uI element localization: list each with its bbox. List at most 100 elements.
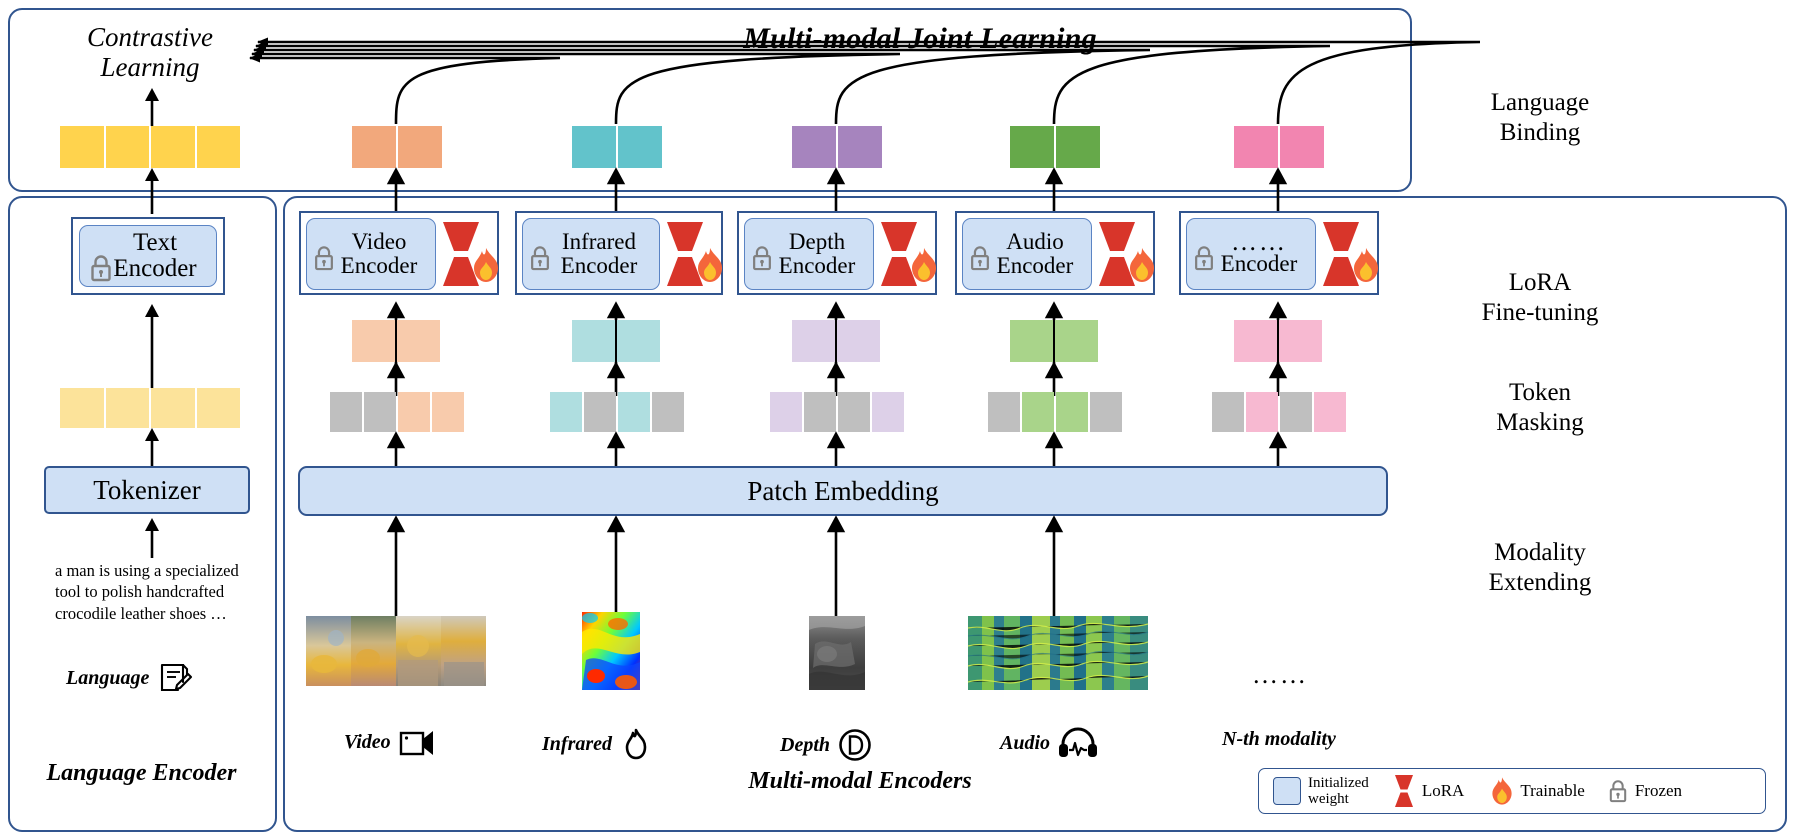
lock-icon <box>750 245 774 271</box>
token-cell <box>196 388 240 428</box>
token-cell <box>60 126 104 168</box>
legend-item-frozen: Frozen <box>1607 778 1682 804</box>
modality-label-infrared: Infrared <box>542 728 652 760</box>
side-label-line-2: Extending <box>1488 568 1592 596</box>
token-cell <box>1234 126 1278 168</box>
token-cell <box>1010 320 1053 362</box>
depth-encoder-outer-box: Depth Encoder <box>737 211 937 295</box>
encoder-line-1: Audio <box>1006 228 1064 254</box>
legend-label: Trainable <box>1520 780 1585 800</box>
letter-d-circle-icon <box>838 728 872 762</box>
encoder-line-1: Depth <box>788 228 846 254</box>
text-embedding-to-contrastive-arrow <box>145 88 159 126</box>
token-cell <box>872 392 904 432</box>
initialized-weight-swatch <box>1273 777 1301 805</box>
headphones-waveform-icon <box>1058 727 1098 758</box>
token-cell <box>151 388 195 428</box>
side-label-line-1: Language <box>1490 89 1590 116</box>
token-cell <box>1056 392 1088 432</box>
audio-encoder-box[interactable]: Audio Encoder <box>962 218 1092 290</box>
patch-embedding-bar[interactable]: Patch Embedding <box>298 466 1388 516</box>
encoder-line-1: Text <box>132 228 178 256</box>
token-cell <box>1010 126 1054 168</box>
modality-label-text: Depth <box>780 733 830 756</box>
modality-label-nth-text: N-th modality <box>1222 728 1336 750</box>
lock-icon <box>528 245 552 271</box>
depth-encoder-box[interactable]: Depth Encoder <box>744 218 874 290</box>
encoder-line-1: Video <box>351 228 407 254</box>
page-title: Multi-modal Joint Learning <box>743 22 1097 55</box>
modality-label-text: Video <box>344 730 391 753</box>
token-cell <box>1246 392 1278 432</box>
masked-cell <box>330 392 362 432</box>
embedding-strip-nth <box>1234 320 1322 362</box>
tokenizer-output-arrow <box>145 428 159 470</box>
token-cell <box>196 126 240 168</box>
lock-icon <box>312 245 336 271</box>
text-encoder-output-arrow <box>145 168 159 214</box>
masked-cell <box>988 392 1020 432</box>
side-label-line-2: Fine-tuning <box>1481 298 1599 326</box>
token-cell <box>1055 320 1098 362</box>
encoder-line-1: …… <box>1230 226 1287 256</box>
legend-label: Frozen <box>1634 780 1683 800</box>
embedding-strip-infrared <box>572 320 660 362</box>
token-cell <box>432 392 464 432</box>
flame-icon <box>471 247 501 283</box>
embedding-strip-audio <box>1010 320 1098 362</box>
language-binding-strip-depth <box>792 126 882 168</box>
token-cell <box>550 392 582 432</box>
tokenizer-box[interactable]: Tokenizer <box>44 466 250 514</box>
multimodal-encoders-section-label: Multi-modal Encoders <box>748 768 972 794</box>
text-encoder-box[interactable]: Text Encoder <box>79 225 217 287</box>
audio-encoder-outer-box: Audio Encoder <box>955 211 1155 295</box>
token-cell <box>572 126 616 168</box>
side-label-token-masking: Token Masking <box>1420 378 1660 437</box>
legend-item-lora: LoRA <box>1393 774 1464 808</box>
encoder-line-2: Encoder <box>1220 251 1298 277</box>
flame-icon <box>1490 776 1514 806</box>
side-label-line-2: Masking <box>1496 408 1584 436</box>
modality-label-video: Video <box>344 728 435 756</box>
token-cell <box>1314 392 1346 432</box>
infrared-encoder-outer-box: Infrared Encoder <box>515 211 723 295</box>
language-encoder-section-label: Language Encoder <box>46 760 237 786</box>
embedding-strip-video <box>352 320 440 362</box>
nth-modality-ellipsis: …… <box>1252 660 1308 689</box>
masking-strip-audio <box>988 392 1122 432</box>
video-encoder-label: Video Encoder <box>325 228 418 278</box>
flame-icon <box>1127 247 1157 283</box>
token-cell <box>792 320 835 362</box>
token-cell <box>1280 126 1324 168</box>
token-cell <box>618 126 662 168</box>
encoder-line-2: Encoder <box>340 253 418 278</box>
token-cell <box>838 126 882 168</box>
side-label-line-1: Modality <box>1494 539 1586 566</box>
depth-map-thumbnail <box>809 616 865 690</box>
token-cell <box>105 388 149 428</box>
contrastive-line-1: Contrastive <box>87 22 213 52</box>
flame-icon <box>695 247 725 283</box>
flame-icon <box>1351 247 1381 283</box>
legend-label-line-2: weight <box>1308 791 1349 807</box>
legend-label: Initialized weight <box>1308 775 1369 807</box>
masking-strip-video <box>330 392 464 432</box>
side-label-lora-finetuning: LoRA Fine-tuning <box>1420 268 1660 327</box>
modality-label-audio: Audio <box>1000 727 1098 758</box>
token-cell <box>397 320 440 362</box>
encoder-line-2: Encoder <box>113 255 197 282</box>
infrared-encoder-box[interactable]: Infrared Encoder <box>522 218 660 290</box>
lock-icon <box>1192 245 1216 271</box>
token-cell <box>1056 126 1100 168</box>
text-token-strip <box>60 388 240 428</box>
token-cell <box>618 392 650 432</box>
text-encoder-outer-box: Text Encoder <box>71 217 225 295</box>
video-encoder-box[interactable]: Video Encoder <box>306 218 436 290</box>
encoder-line-2: Encoder <box>996 253 1074 278</box>
side-label-language-binding: Language Binding <box>1420 88 1660 147</box>
token-cell <box>1234 320 1277 362</box>
infrared-heatmap-thumbnail <box>582 612 640 690</box>
text-tokens-to-encoder-arrow <box>145 304 159 388</box>
nth-encoder-box[interactable]: …… Encoder <box>1186 218 1316 290</box>
token-cell <box>1022 392 1054 432</box>
